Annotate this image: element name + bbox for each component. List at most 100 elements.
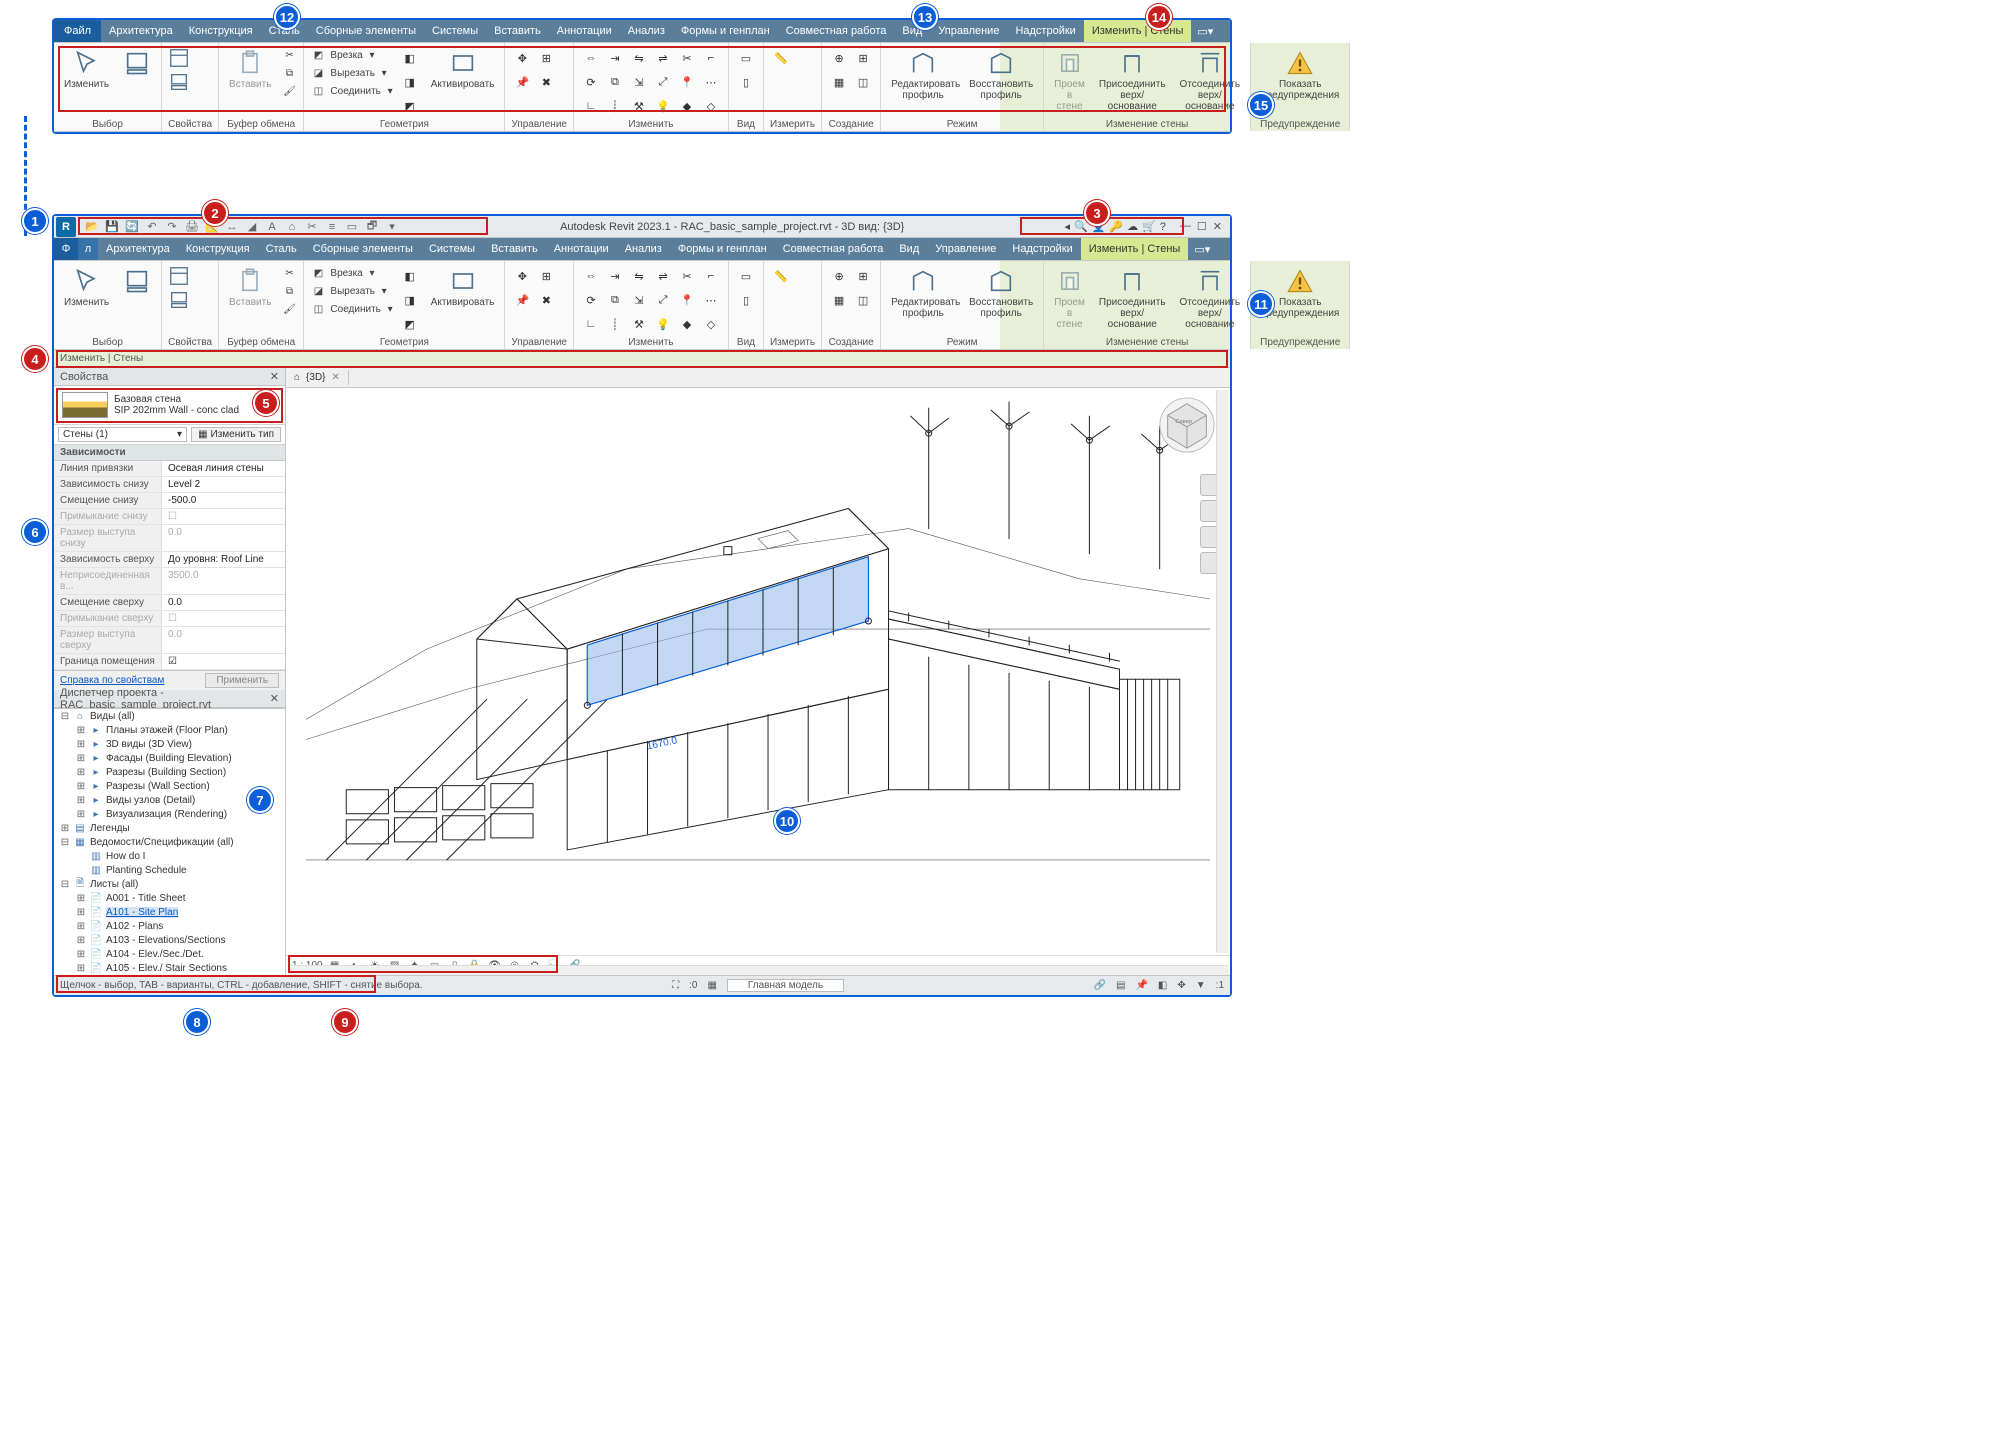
tab-precast-2[interactable]: Сборные элементы xyxy=(305,238,421,260)
tab-insert-2[interactable]: Вставить xyxy=(483,238,546,260)
tab-insert[interactable]: Вставить xyxy=(486,20,549,42)
viewcube[interactable]: Север xyxy=(1158,396,1216,454)
tab-systems-2[interactable]: Системы xyxy=(421,238,483,260)
tree-label[interactable]: 3D виды (3D View) xyxy=(106,739,192,750)
property-value[interactable]: Осевая линия стены xyxy=(162,461,285,476)
tree-label[interactable]: Planting Schedule xyxy=(106,865,187,876)
tree-label[interactable]: Листы (all) xyxy=(90,879,138,890)
tab-file[interactable]: Файл xyxy=(54,20,101,42)
ribbon-collapse-icon-2[interactable]: ▭▾ xyxy=(1188,243,1216,256)
expander-icon[interactable]: ⊞ xyxy=(76,725,86,736)
attach-button[interactable]: Присоединить верх/основание xyxy=(1095,47,1170,114)
cut-clip-button[interactable]: ✂ xyxy=(281,47,297,63)
property-row[interactable]: Неприсоединенная в...3500.0 xyxy=(54,568,285,595)
pin-icon[interactable]: 📌 xyxy=(511,71,533,93)
infocenter-back-icon[interactable]: ◂ xyxy=(1064,220,1070,233)
tab-addins[interactable]: Надстройки xyxy=(1007,20,1083,42)
paste-button[interactable]: Вставить xyxy=(225,47,275,92)
tab-file-toggle-right[interactable]: л xyxy=(78,238,98,260)
trim-icon[interactable]: ⌐ xyxy=(700,265,722,287)
qat-print-icon[interactable]: 🖨 xyxy=(184,219,200,235)
tab-collab[interactable]: Совместная работа xyxy=(778,20,895,42)
tree-label[interactable]: A105 - Elev./ Stair Sections xyxy=(106,963,227,974)
property-value[interactable]: 0.0 xyxy=(162,525,285,551)
property-value[interactable]: ☐ xyxy=(162,611,285,626)
property-value[interactable]: -500.0 xyxy=(162,493,285,508)
hide-elem-icon[interactable]: ▯ xyxy=(735,71,757,93)
copy-clip-button[interactable]: ⧉ xyxy=(281,65,297,81)
tab-manage[interactable]: Управление xyxy=(930,20,1007,42)
tab-contextual[interactable]: Изменить | Стены xyxy=(1084,20,1192,42)
tab-precast[interactable]: Сборные элементы xyxy=(308,20,424,42)
maximize-icon[interactable]: ☐ xyxy=(1197,220,1207,233)
infocenter-cart-icon[interactable]: 🛒 xyxy=(1142,220,1156,233)
expander-icon[interactable]: ⊞ xyxy=(76,963,86,974)
properties-help-link[interactable]: Справка по свойствам xyxy=(60,675,164,686)
scrollbar-vertical[interactable] xyxy=(1216,390,1228,953)
offset-icon[interactable]: ⇥ xyxy=(604,47,626,69)
demolish-icon[interactable]: ⚒ xyxy=(628,95,650,117)
expander-icon[interactable]: ⊞ xyxy=(76,935,86,946)
join-button[interactable]: ◫Соединить ▾ xyxy=(310,301,392,317)
expander-icon[interactable]: ⊞ xyxy=(60,823,70,834)
expander-icon[interactable]: ⊞ xyxy=(76,907,86,918)
properties-icon-2[interactable] xyxy=(168,71,190,93)
select-pinned-icon[interactable]: 📌 xyxy=(1135,980,1147,991)
lightbulb-icon[interactable]: 💡 xyxy=(652,313,674,335)
infocenter-help-icon[interactable]: ? xyxy=(1160,221,1166,233)
property-row[interactable]: Смещение снизу-500.0 xyxy=(54,493,285,509)
match-button[interactable]: 🖌 xyxy=(281,301,297,317)
align-icon[interactable]: ⇔ xyxy=(580,265,602,287)
qat-dropdown-icon[interactable]: ▾ xyxy=(384,219,400,235)
tree-node[interactable]: ⊞📄A102 - Plans xyxy=(54,919,285,933)
ribbon-collapse-icon[interactable]: ▭▾ xyxy=(1191,25,1219,38)
show-warnings-button[interactable]: Показать предупреждения xyxy=(1257,47,1343,103)
cut-button[interactable]: ◪Вырезать ▾ xyxy=(310,65,392,81)
tab-analyze[interactable]: Анализ xyxy=(620,20,673,42)
delete-icon[interactable]: ✖ xyxy=(535,71,557,93)
rotate-icon[interactable]: ⟳ xyxy=(580,289,602,311)
geo-c-icon[interactable]: ◩ xyxy=(399,95,421,117)
qat-thinlines-icon[interactable]: ≡ xyxy=(324,219,340,235)
tab-annot-2[interactable]: Аннотации xyxy=(546,238,617,260)
qat-sync-icon[interactable]: 🔄 xyxy=(124,219,140,235)
expander-icon[interactable]: ⊞ xyxy=(76,753,86,764)
expander-icon[interactable]: ⊞ xyxy=(76,949,86,960)
select-face-icon[interactable]: ◧ xyxy=(1158,980,1167,991)
activate-button[interactable]: Активировать xyxy=(427,47,499,92)
array-icon[interactable]: ⊞ xyxy=(535,47,557,69)
corner-trim-icon[interactable]: ∟ xyxy=(580,95,602,117)
array-path-icon[interactable]: ⋯ xyxy=(700,289,722,311)
expander-icon[interactable]: ⊟ xyxy=(60,837,70,848)
tree-label[interactable]: A103 - Elevations/Sections xyxy=(106,935,226,946)
close-icon[interactable]: ✕ xyxy=(1213,220,1222,233)
create-similar-icon[interactable]: ⊕ xyxy=(828,47,850,69)
panel-close-icon[interactable]: ✕ xyxy=(270,692,279,705)
property-value[interactable]: ☑ xyxy=(162,654,285,669)
property-row[interactable]: Примыкание снизу☐ xyxy=(54,509,285,525)
tree-label[interactable]: Планы этажей (Floor Plan) xyxy=(106,725,228,736)
type-properties-button[interactable] xyxy=(119,265,155,297)
hide-cat-icon[interactable]: ▭ xyxy=(735,47,757,69)
scale-icon[interactable]: ⤢ xyxy=(652,289,674,311)
tree-node[interactable]: ⊞📄A001 - Title Sheet xyxy=(54,891,285,905)
detach-button[interactable]: Отсоединить верх/основание xyxy=(1176,265,1245,332)
tree-label[interactable]: Ведомости/Спецификации (all) xyxy=(90,837,234,848)
qat-undo-icon[interactable]: ↶ xyxy=(144,219,160,235)
lightbulb-icon[interactable]: 💡 xyxy=(652,95,674,117)
edit-type-button[interactable]: ▦ Изменить тип xyxy=(191,427,281,442)
tab-struct-2[interactable]: Конструкция xyxy=(178,238,258,260)
copy-icon[interactable]: ⧉ xyxy=(604,289,626,311)
unpin-icon[interactable]: 📍 xyxy=(676,71,698,93)
tree-node[interactable]: ⊞▤Легенды xyxy=(54,821,285,835)
tree-node[interactable]: ⊞📄A104 - Elev./Sec./Det. xyxy=(54,947,285,961)
design-options[interactable]: Главная модель xyxy=(727,979,844,992)
tab-analyze-2[interactable]: Анализ xyxy=(617,238,670,260)
type-selector[interactable]: Базовая стена SIP 202mm Wall - conc clad xyxy=(54,386,285,425)
property-row[interactable]: Примыкание сверху☐ xyxy=(54,611,285,627)
offset-icon[interactable]: ⇥ xyxy=(604,265,626,287)
tree-label[interactable]: Фасады (Building Elevation) xyxy=(106,753,232,764)
property-value[interactable]: ☐ xyxy=(162,509,285,524)
filter-icon[interactable]: ▼ xyxy=(1196,980,1206,991)
group-icon[interactable]: ⊞ xyxy=(852,265,874,287)
